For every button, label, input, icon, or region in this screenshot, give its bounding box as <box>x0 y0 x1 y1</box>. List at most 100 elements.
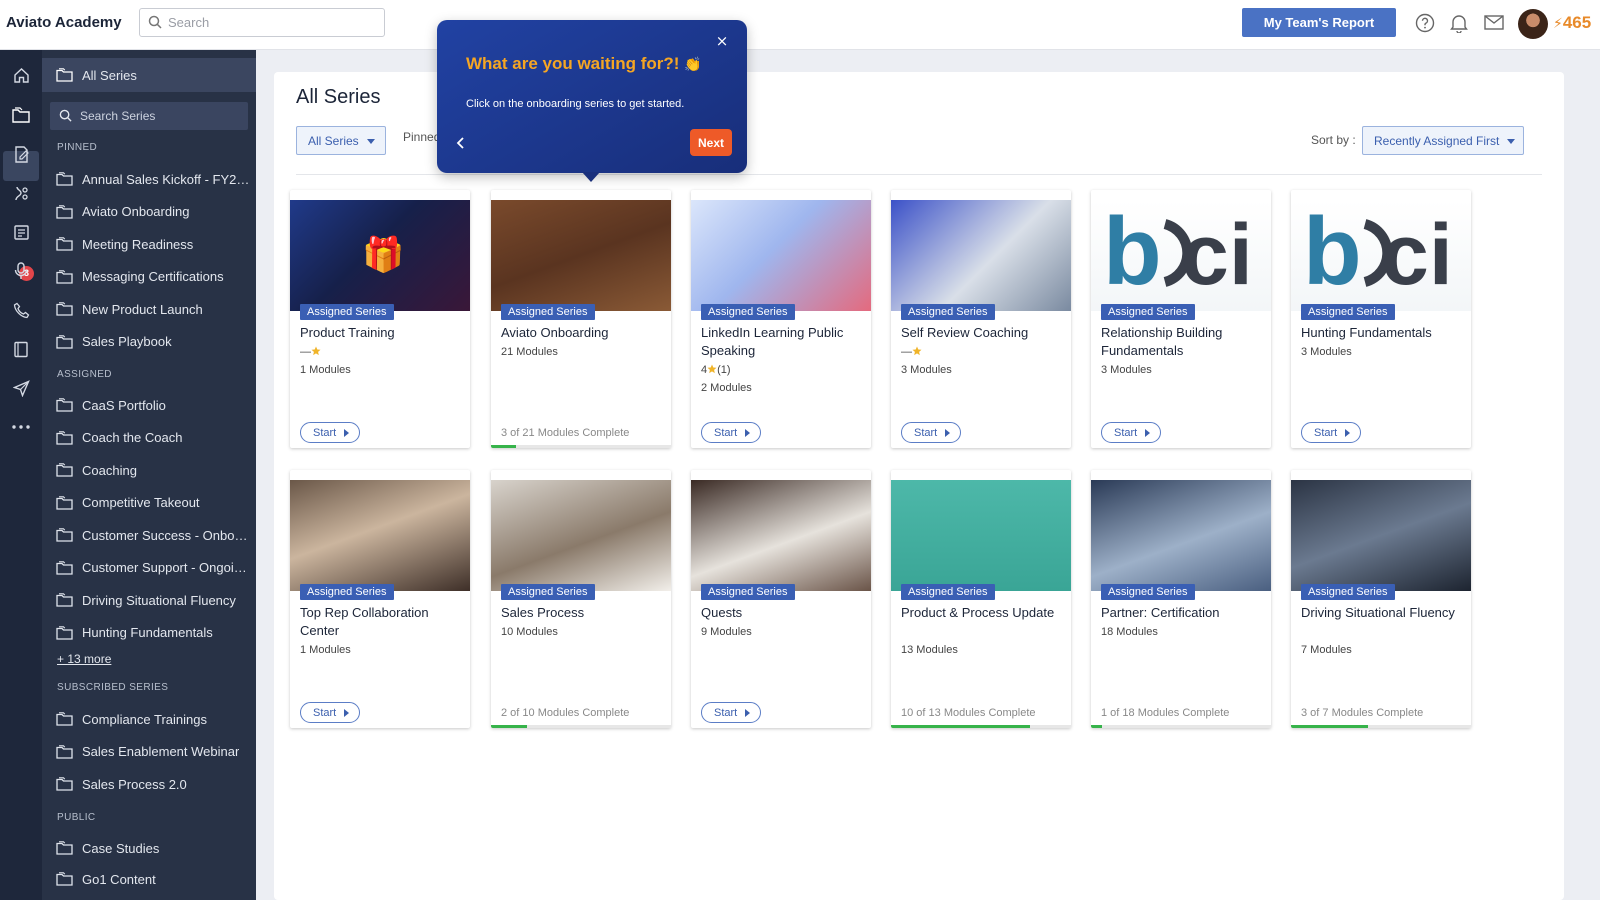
folder-icon <box>56 302 73 316</box>
folder-icon <box>56 625 73 640</box>
start-button[interactable]: Start <box>901 422 961 443</box>
progress-fill <box>491 445 516 448</box>
search-icon <box>59 109 72 122</box>
series-card[interactable]: Assigned Series Self Review Coaching — 3 Mo… <box>891 190 1071 448</box>
send-icon[interactable] <box>10 377 32 399</box>
series-card[interactable]: Assigned Series Partner: Certification 18 … <box>1091 470 1271 728</box>
progress-fill <box>1291 725 1368 728</box>
module-count: 2 Modules <box>701 382 752 394</box>
start-button[interactable]: Start <box>701 702 761 723</box>
folder-icon <box>56 872 73 886</box>
series-card[interactable]: Assigned Series Aviato Onboarding 21 Modul… <box>491 190 671 448</box>
sidebar-item[interactable]: Meeting Readiness <box>56 233 193 255</box>
book-icon[interactable] <box>10 338 32 360</box>
more-icon[interactable] <box>10 416 32 438</box>
bell-icon[interactable] <box>1450 13 1468 33</box>
user-avatar[interactable] <box>1518 9 1548 39</box>
sidebar-item[interactable]: Hunting Fundamentals <box>56 622 213 644</box>
start-button[interactable]: Start <box>1301 422 1361 443</box>
learning-path-icon[interactable] <box>10 182 32 204</box>
assignments-icon[interactable] <box>10 143 32 165</box>
folder-icon <box>56 593 73 607</box>
show-more-link[interactable]: + 13 more <box>57 652 111 666</box>
assigned-series-tag: Assigned Series <box>501 584 595 600</box>
module-count: 3 Modules <box>901 364 952 376</box>
start-button[interactable]: Start <box>300 702 360 723</box>
microphone-icon[interactable] <box>10 260 32 282</box>
start-button[interactable]: Start <box>701 422 761 443</box>
sidebar-item-label: CaaS Portfolio <box>82 397 166 413</box>
folder-icon <box>56 495 73 510</box>
sidebar-item[interactable]: Customer Support - Ongoing... <box>56 557 250 579</box>
series-search-input[interactable] <box>80 107 240 125</box>
series-card[interactable]: 🎁 Assigned Series Product Training — 1 Modul… <box>290 190 470 448</box>
progress-fill <box>491 725 527 728</box>
sidebar-item[interactable]: New Product Launch <box>56 298 203 320</box>
sidebar-item-label: Driving Situational Fluency <box>82 592 236 608</box>
chevron-left-icon <box>456 137 476 149</box>
page-title: All Series <box>296 86 381 108</box>
sidebar-item[interactable]: Case Studies <box>56 837 159 859</box>
series-card[interactable]: Assigned Series Driving Situational Fluen… <box>1291 470 1471 728</box>
series-icon[interactable] <box>10 104 32 126</box>
sidebar-item[interactable]: Messaging Certifications <box>56 266 224 288</box>
series-thumbnail <box>691 200 871 311</box>
series-card[interactable]: Assigned Series Top Rep Collaboration Cen… <box>290 470 470 728</box>
sidebar-item[interactable]: Sales Process 2.0 <box>56 773 187 795</box>
series-card[interactable]: Assigned Series LinkedIn Learning Public … <box>691 190 871 448</box>
home-icon[interactable] <box>10 64 32 86</box>
module-count: 18 Modules <box>1101 626 1158 638</box>
help-icon[interactable] <box>1415 13 1435 33</box>
progress-bar <box>491 445 671 448</box>
sidebar-item[interactable]: Compliance Trainings <box>56 708 207 730</box>
series-title: Product Training <box>300 325 395 340</box>
svg-text:ci: ci <box>1381 207 1453 299</box>
start-button[interactable]: Start <box>300 422 360 443</box>
series-thumbnail <box>691 480 871 591</box>
module-count: 7 Modules <box>1301 644 1352 656</box>
tab-pinned[interactable]: Pinned <box>403 130 440 144</box>
global-search-input[interactable] <box>168 13 378 32</box>
series-search[interactable] <box>50 102 248 130</box>
series-card[interactable]: Assigned Series Sales Process 10 Modules 2 … <box>491 470 671 728</box>
sidebar-item[interactable]: Customer Success - Onboard... <box>56 524 250 546</box>
sidebar-item[interactable]: Go1 Content <box>56 868 156 890</box>
sidebar-item[interactable]: Sales Enablement Webinar <box>56 741 239 763</box>
sidebar-item[interactable]: Annual Sales Kickoff - FY2023 <box>56 168 250 190</box>
sidebar-item[interactable]: Coaching <box>56 459 137 481</box>
sidebar-item[interactable]: Coach the Coach <box>56 427 182 449</box>
sidebar-all-series-row[interactable]: All Series <box>56 64 137 86</box>
series-rating: 4 (1) <box>701 364 731 376</box>
popover-next-button[interactable]: Next <box>690 129 732 156</box>
sidebar-item[interactable]: Aviato Onboarding <box>56 201 189 223</box>
sidebar-item[interactable]: Competitive Takeout <box>56 492 200 514</box>
start-button[interactable]: Start <box>1101 422 1161 443</box>
sort-dropdown[interactable]: Recently Assigned First <box>1362 126 1524 155</box>
module-count: 13 Modules <box>901 644 958 656</box>
mail-icon[interactable] <box>1484 15 1504 30</box>
popover-back-button[interactable] <box>456 133 476 153</box>
tasks-icon[interactable] <box>10 221 32 243</box>
module-count: 1 Modules <box>300 364 351 376</box>
sidebar-item[interactable]: Sales Playbook <box>56 331 172 353</box>
progress-bar <box>891 725 1071 728</box>
sidebar-item-label: Competitive Takeout <box>82 495 200 510</box>
phone-icon[interactable] <box>10 299 32 321</box>
series-card[interactable]: b ci Assigned Series Relationship Building … <box>1091 190 1271 448</box>
series-card[interactable]: Assigned Series Product & Process Update 1… <box>891 470 1071 728</box>
filter-value: All Series <box>308 133 359 148</box>
brand-name[interactable]: Aviato Academy <box>6 14 122 31</box>
series-card[interactable]: Assigned Series Quests 9 Modules Start <box>691 470 871 728</box>
module-count: 3 Modules <box>1301 346 1352 358</box>
sidebar-item[interactable]: Driving Situational Fluency <box>56 589 236 611</box>
my-team-report-button[interactable]: My Team's Report <box>1242 8 1396 37</box>
sidebar-item[interactable]: CaaS Portfolio <box>56 394 166 416</box>
assigned-series-tag: Assigned Series <box>300 304 394 320</box>
global-search[interactable] <box>139 8 385 37</box>
popover-close-button[interactable]: × <box>714 33 730 49</box>
series-card[interactable]: b ci Assigned Series Hunting Fundamentals 3 … <box>1291 190 1471 448</box>
assigned-series-tag: Assigned Series <box>901 584 995 600</box>
search-icon <box>148 15 162 29</box>
series-filter-dropdown[interactable]: All Series <box>296 126 386 155</box>
sidebar-item-label: Sales Enablement Webinar <box>82 744 240 759</box>
